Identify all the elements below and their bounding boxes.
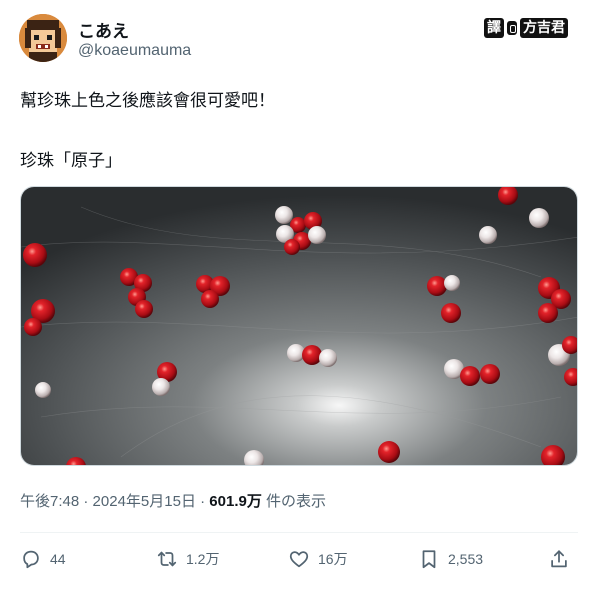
divider	[20, 532, 578, 533]
reply-icon	[23, 550, 39, 569]
share-button[interactable]	[548, 548, 570, 570]
share-icon	[551, 550, 567, 568]
retweet-icon	[157, 551, 177, 567]
bookmark-button[interactable]: 2,553	[418, 548, 483, 570]
avatar-image	[19, 14, 67, 62]
bookmark-icon	[422, 550, 436, 569]
credit-label-translate: 譯	[484, 18, 504, 38]
reply-button[interactable]: 44	[20, 548, 66, 570]
tweet-time[interactable]: 午後7:48	[20, 493, 79, 510]
tweet-meta: 午後7:48 · 2024年5月15日 · 601.9万 件の表示	[20, 490, 326, 511]
meta-separator: ·	[83, 493, 89, 510]
retweet-button[interactable]: 1.2万	[156, 548, 219, 570]
pearls-photo	[21, 187, 577, 465]
reply-count: 44	[50, 551, 66, 567]
credit-icon	[507, 21, 517, 35]
display-name[interactable]: こあえ	[78, 17, 129, 42]
bookmark-count: 2,553	[448, 551, 484, 567]
credit-label-name: 方吉君	[520, 18, 568, 38]
translator-credit: 譯 方吉君	[484, 18, 568, 38]
retweet-count: 1.2万	[186, 551, 220, 567]
avatar[interactable]	[19, 14, 67, 62]
user-handle[interactable]: @koaeumauma	[78, 42, 191, 60]
like-button[interactable]: 16万	[288, 548, 348, 570]
view-count-suffix: 件の表示	[266, 493, 327, 510]
view-count: 601.9万	[209, 493, 262, 510]
like-count: 16万	[318, 551, 348, 567]
action-bar: 44 1.2万 16万 2,553	[20, 548, 578, 578]
tweet-date[interactable]: 2024年5月15日	[93, 493, 196, 510]
meta-separator: ·	[200, 493, 206, 510]
tweet-photo[interactable]	[20, 186, 578, 466]
heart-icon	[289, 551, 309, 568]
tweet-text-line-1: 幫珍珠上色之後應該會很可愛吧！	[20, 91, 275, 110]
tweet-text-line-2: 珍珠「原子」	[20, 151, 122, 170]
